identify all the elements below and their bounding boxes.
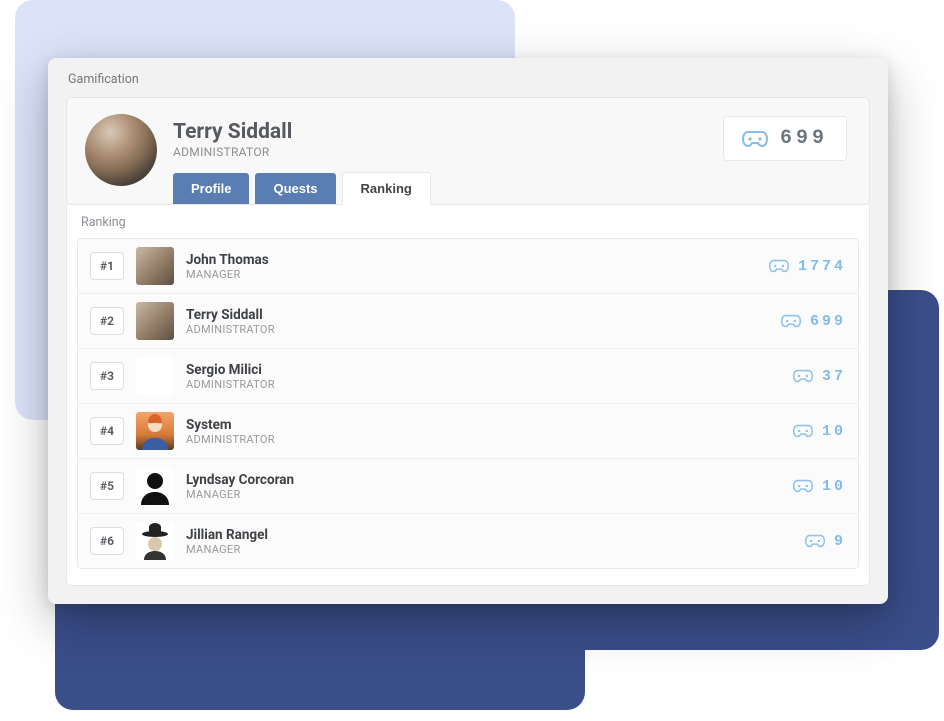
- rank-info: Sergio Milici ADMINISTRATOR: [186, 362, 780, 391]
- rank-name: Sergio Milici: [186, 362, 780, 378]
- rank-score-value: 9: [834, 533, 846, 550]
- ranking-row[interactable]: #2 Terry Siddall ADMINISTRATOR 699: [78, 294, 858, 349]
- rank-score: 699: [780, 313, 846, 330]
- ranking-list: #1 John Thomas MANAGER 1774 #2 Terry Sid…: [77, 238, 859, 569]
- ranking-heading: Ranking: [67, 205, 869, 238]
- ranking-row[interactable]: #6 Jillian Rangel MANAGER 9: [78, 514, 858, 568]
- controller-icon: [780, 314, 802, 328]
- controller-icon: [792, 479, 814, 493]
- rank-role: ADMINISTRATOR: [186, 323, 768, 336]
- rank-info: Lyndsay Corcoran MANAGER: [186, 472, 780, 501]
- rank-badge: #3: [90, 362, 124, 390]
- rank-info: Jillian Rangel MANAGER: [186, 527, 792, 556]
- ranking-row[interactable]: #5 Lyndsay Corcoran MANAGER 10: [78, 459, 858, 514]
- controller-icon: [742, 130, 768, 148]
- rank-score-value: 10: [822, 478, 846, 495]
- ranking-row[interactable]: #4 System ADMINISTRATOR 10: [78, 404, 858, 459]
- profile-tabs: Profile Quests Ranking: [173, 171, 851, 204]
- rank-score-value: 1774: [798, 258, 846, 275]
- rank-score-value: 10: [822, 423, 846, 440]
- profile-avatar[interactable]: [85, 114, 157, 186]
- rank-role: MANAGER: [186, 543, 792, 556]
- rank-name: John Thomas: [186, 252, 756, 268]
- rank-role: ADMINISTRATOR: [186, 378, 780, 391]
- controller-icon: [792, 369, 814, 383]
- rank-badge: #4: [90, 417, 124, 445]
- tab-ranking[interactable]: Ranking: [342, 172, 431, 205]
- rank-score: 10: [792, 423, 846, 440]
- rank-score-value: 37: [822, 368, 846, 385]
- rank-name: Terry Siddall: [186, 307, 768, 323]
- controller-icon: [768, 259, 790, 273]
- rank-role: MANAGER: [186, 268, 756, 281]
- rank-name: Lyndsay Corcoran: [186, 472, 780, 488]
- rank-badge: #2: [90, 307, 124, 335]
- rank-info: John Thomas MANAGER: [186, 252, 756, 281]
- rank-score: 37: [792, 368, 846, 385]
- profile-score-badge: 699: [723, 116, 847, 161]
- rank-avatar: [136, 247, 174, 285]
- rank-role: MANAGER: [186, 488, 780, 501]
- rank-badge: #5: [90, 472, 124, 500]
- ranking-row[interactable]: #3 Sergio Milici ADMINISTRATOR 37: [78, 349, 858, 404]
- rank-role: ADMINISTRATOR: [186, 433, 780, 446]
- rank-info: System ADMINISTRATOR: [186, 417, 780, 446]
- profile-score-value: 699: [780, 127, 828, 150]
- rank-score-value: 699: [810, 313, 846, 330]
- window-title: Gamification: [48, 58, 888, 97]
- rank-name: System: [186, 417, 780, 433]
- rank-name: Jillian Rangel: [186, 527, 792, 543]
- gamification-window: Gamification Terry Siddall ADMINISTRATOR…: [48, 58, 888, 604]
- tab-profile[interactable]: Profile: [173, 173, 249, 204]
- profile-panel: Terry Siddall ADMINISTRATOR Profile Ques…: [66, 97, 870, 205]
- rank-badge: #6: [90, 527, 124, 555]
- ranking-section: Ranking #1 John Thomas MANAGER 1774 #2 T…: [66, 205, 870, 586]
- rank-avatar: [136, 522, 174, 560]
- controller-icon: [804, 534, 826, 548]
- rank-avatar: [136, 467, 174, 505]
- rank-score: 9: [804, 533, 846, 550]
- ranking-row[interactable]: #1 John Thomas MANAGER 1774: [78, 239, 858, 294]
- rank-score: 10: [792, 478, 846, 495]
- rank-avatar: [136, 302, 174, 340]
- rank-badge: #1: [90, 252, 124, 280]
- rank-avatar: [136, 412, 174, 450]
- tab-quests[interactable]: Quests: [255, 173, 335, 204]
- controller-icon: [792, 424, 814, 438]
- rank-avatar: [136, 357, 174, 395]
- rank-score: 1774: [768, 258, 846, 275]
- rank-info: Terry Siddall ADMINISTRATOR: [186, 307, 768, 336]
